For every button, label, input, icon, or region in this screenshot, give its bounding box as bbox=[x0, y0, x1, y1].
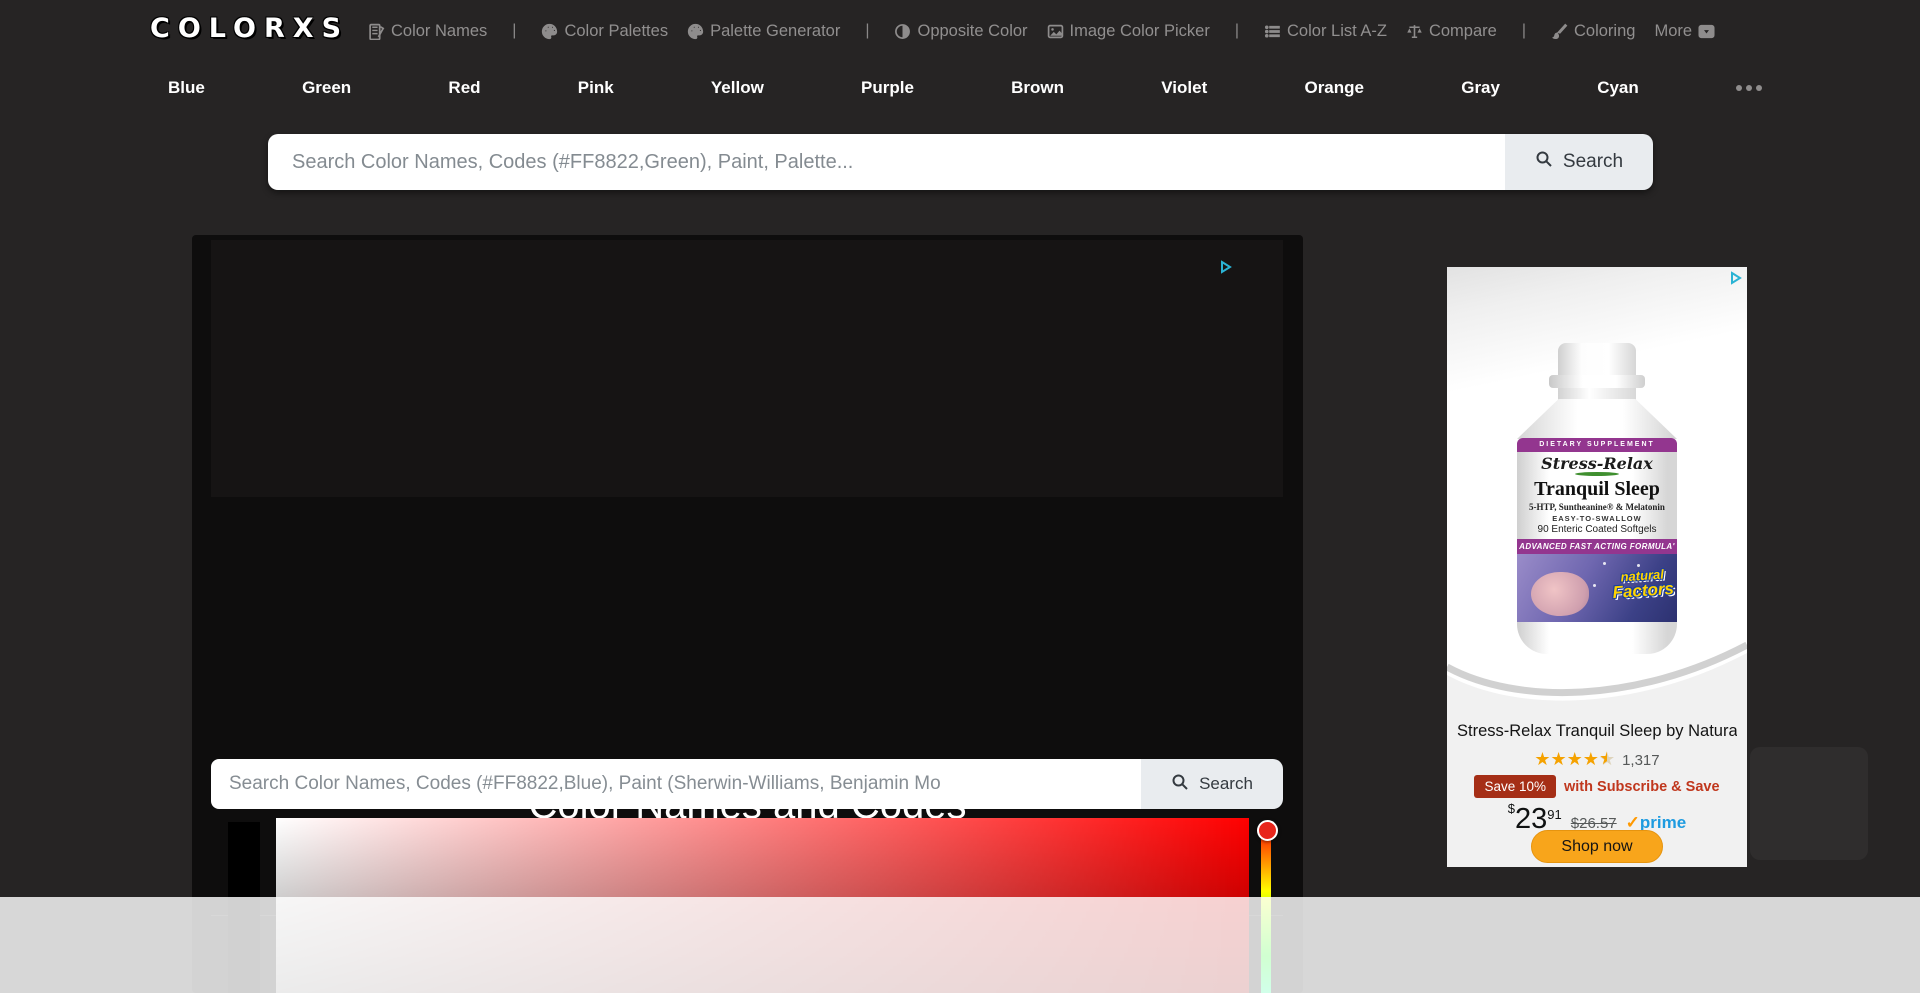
nav-item-image-color-picker[interactable]: Image Color Picker bbox=[1047, 22, 1210, 41]
nav-item-color-names[interactable]: Color Names bbox=[368, 22, 487, 41]
palette-icon bbox=[541, 23, 558, 40]
bottle-neck bbox=[1517, 399, 1677, 439]
label-band-formula: ADVANCED FAST ACTING FORMULA' bbox=[1517, 539, 1677, 554]
nav-item-color-list-a-z[interactable]: Color List A-Z bbox=[1264, 22, 1387, 41]
inline-search-bar: Search bbox=[211, 759, 1283, 809]
shop-now-button[interactable]: Shop now bbox=[1531, 830, 1663, 863]
label-leaf-underline bbox=[1575, 472, 1619, 476]
inline-search-button-label: Search bbox=[1199, 774, 1253, 794]
search-icon bbox=[1171, 773, 1189, 796]
label-band-top: DIETARY SUPPLEMENT bbox=[1517, 438, 1677, 452]
star-rating: ★★★★★★ bbox=[1534, 750, 1615, 770]
label-count: 90 Enteric Coated Softgels bbox=[1517, 524, 1677, 535]
palette-icon bbox=[687, 23, 704, 40]
compare-icon bbox=[1406, 23, 1423, 40]
nav-item-coloring[interactable]: Coloring bbox=[1551, 22, 1635, 41]
ad-badge-row: Save 10% with Subscribe & Save bbox=[1447, 775, 1747, 798]
star-full-icon: ★ bbox=[1534, 749, 1550, 769]
nav-item-label: Palette Generator bbox=[710, 22, 840, 41]
category-link-yellow[interactable]: Yellow bbox=[711, 78, 764, 98]
category-link-blue[interactable]: Blue bbox=[168, 78, 205, 98]
hue-slider-handle[interactable] bbox=[1257, 820, 1278, 841]
top-navigation-bar: COLORXS Color Names | Color Palettes Palett… bbox=[0, 0, 1920, 62]
category-link-violet[interactable]: Violet bbox=[1161, 78, 1207, 98]
category-link-gray[interactable]: Gray bbox=[1461, 78, 1500, 98]
page-dim-overlay bbox=[0, 897, 1920, 993]
nav-item-label: Compare bbox=[1429, 22, 1497, 41]
star-full-icon: ★ bbox=[1583, 749, 1599, 769]
nav-item-color-palettes[interactable]: Color Palettes bbox=[541, 22, 668, 41]
image-icon bbox=[1047, 23, 1064, 40]
nav-separator: | bbox=[1516, 22, 1532, 40]
main-search-bar: Search bbox=[268, 134, 1653, 190]
category-link-green[interactable]: Green bbox=[302, 78, 351, 98]
nav-separator: | bbox=[506, 22, 522, 40]
search-button-label: Search bbox=[1563, 151, 1623, 173]
category-link-brown[interactable]: Brown bbox=[1011, 78, 1064, 98]
main-nav-items: Color Names | Color Palettes Palette Genera… bbox=[368, 0, 1715, 62]
sidebar-ad[interactable]: DIETARY SUPPLEMENT Stress-Relax Tranquil… bbox=[1447, 267, 1747, 867]
category-link-pink[interactable]: Pink bbox=[578, 78, 614, 98]
ad-rating-row[interactable]: ★★★★★★ 1,317 bbox=[1447, 750, 1747, 770]
subscribe-save-label: with Subscribe & Save bbox=[1564, 779, 1720, 795]
nav-item-label: Color Names bbox=[391, 22, 487, 41]
nav-item-compare[interactable]: Compare bbox=[1406, 22, 1497, 41]
hero-ad-slot bbox=[211, 240, 1283, 497]
nav-separator: | bbox=[1229, 22, 1245, 40]
search-icon bbox=[1535, 150, 1553, 174]
price-currency: $ bbox=[1508, 801, 1515, 816]
faint-overlay-panel bbox=[1750, 747, 1868, 860]
natural-factors-logo: natural Factors bbox=[1611, 566, 1674, 600]
sleeping-person-image bbox=[1531, 572, 1589, 616]
bottle-cap-ring bbox=[1558, 388, 1636, 400]
swatches-icon bbox=[368, 23, 385, 40]
save-badge: Save 10% bbox=[1474, 775, 1556, 798]
category-link-cyan[interactable]: Cyan bbox=[1597, 78, 1639, 98]
hero-panel: Color Names and Codes Color Finder and C… bbox=[192, 235, 1303, 993]
price-fraction: 91 bbox=[1547, 807, 1561, 822]
star-half-icon: ★★ bbox=[1599, 749, 1615, 769]
nav-item-label: Color Palettes bbox=[564, 22, 668, 41]
adchoices-icon[interactable] bbox=[1219, 260, 1233, 274]
list-icon bbox=[1264, 23, 1281, 40]
star-full-icon: ★ bbox=[1551, 749, 1567, 769]
nav-separator: | bbox=[859, 22, 875, 40]
label-product-name: Tranquil Sleep bbox=[1517, 478, 1677, 501]
bottle-label: DIETARY SUPPLEMENT Stress-Relax Tranquil… bbox=[1517, 438, 1677, 654]
adchoices-icon[interactable] bbox=[1729, 271, 1743, 285]
ad-product-title[interactable]: Stress-Relax Tranquil Sleep by Natural… bbox=[1457, 722, 1737, 741]
category-link-red[interactable]: Red bbox=[448, 78, 480, 98]
nav-item-label: More bbox=[1654, 22, 1692, 41]
nav-item-palette-generator[interactable]: Palette Generator bbox=[687, 22, 840, 41]
bottle-cap-lip bbox=[1549, 375, 1645, 388]
category-link-orange[interactable]: Orange bbox=[1304, 78, 1364, 98]
color-category-bar: Blue Green Red Pink Yellow Purple Brown Violet O… bbox=[168, 72, 1762, 104]
inline-search-button[interactable]: Search bbox=[1141, 759, 1283, 809]
label-easy-to-swallow: EASY-TO-SWALLOW bbox=[1517, 514, 1677, 523]
label-photo: natural Factors bbox=[1517, 554, 1677, 622]
star-full-icon: ★ bbox=[1567, 749, 1583, 769]
search-input[interactable] bbox=[268, 134, 1505, 190]
label-ingredients: 5-HTP, Suntheanine® & Melatonin bbox=[1517, 502, 1677, 512]
review-count[interactable]: 1,317 bbox=[1622, 752, 1660, 769]
categories-overflow-icon[interactable] bbox=[1736, 85, 1762, 91]
label-brand-script: Stress-Relax bbox=[1517, 454, 1677, 473]
search-button[interactable]: Search bbox=[1505, 134, 1653, 190]
site-logo[interactable]: COLORXS bbox=[150, 13, 349, 44]
nav-item-label: Coloring bbox=[1574, 22, 1635, 41]
nav-item-label: Opposite Color bbox=[917, 22, 1027, 41]
nav-item-more[interactable]: More bbox=[1654, 22, 1715, 41]
nav-item-label: Image Color Picker bbox=[1070, 22, 1210, 41]
opposite-color-icon bbox=[894, 23, 911, 40]
product-bottle-image: DIETARY SUPPLEMENT Stress-Relax Tranquil… bbox=[1517, 343, 1677, 653]
brush-icon bbox=[1551, 23, 1568, 40]
nav-item-label: Color List A-Z bbox=[1287, 22, 1387, 41]
inline-search-input[interactable] bbox=[211, 759, 1141, 809]
category-link-purple[interactable]: Purple bbox=[861, 78, 914, 98]
more-dropdown-icon bbox=[1698, 23, 1715, 40]
nav-item-opposite-color[interactable]: Opposite Color bbox=[894, 22, 1027, 41]
